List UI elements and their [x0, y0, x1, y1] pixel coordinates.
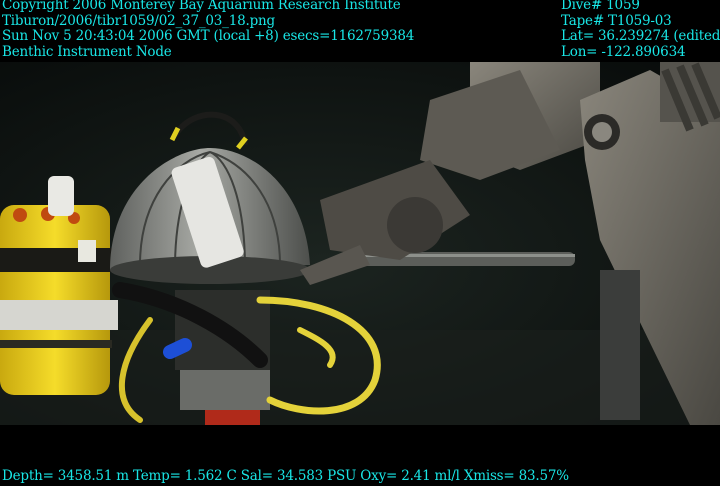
site-name-line: Benthic Instrument Node [2, 43, 172, 60]
video-frame: Copyright 2006 Monterey Bay Aquarium Res… [0, 0, 720, 486]
overlay-sensor-readout: Depth= 3458.51 m Temp= 1.562 C Sal= 34.5… [2, 468, 569, 485]
overlay-top-left: Copyright 2006 Monterey Bay Aquarium Res… [2, 0, 414, 60]
longitude: Lon= -122.890634 [561, 43, 686, 60]
tape-number: Tape# T1059-03 [561, 12, 672, 29]
overlay-top-right: Dive# 1059 Tape# T1059-03 Lat= 36.239274… [561, 0, 720, 60]
sensor-readout-line: Depth= 3458.51 m Temp= 1.562 C Sal= 34.5… [2, 468, 569, 484]
file-path-line: Tiburon/2006/tibr1059/02_37_03_18.png [2, 12, 275, 29]
latitude: Lat= 36.239274 (edited) [561, 28, 720, 44]
timestamp-line: Sun Nov 5 20:43:04 2006 GMT (local +8) e… [2, 28, 415, 44]
underwater-scene [0, 62, 720, 486]
dive-number: Dive# 1059 [561, 0, 640, 13]
copyright-line: Copyright 2006 Monterey Bay Aquarium Res… [2, 0, 401, 13]
